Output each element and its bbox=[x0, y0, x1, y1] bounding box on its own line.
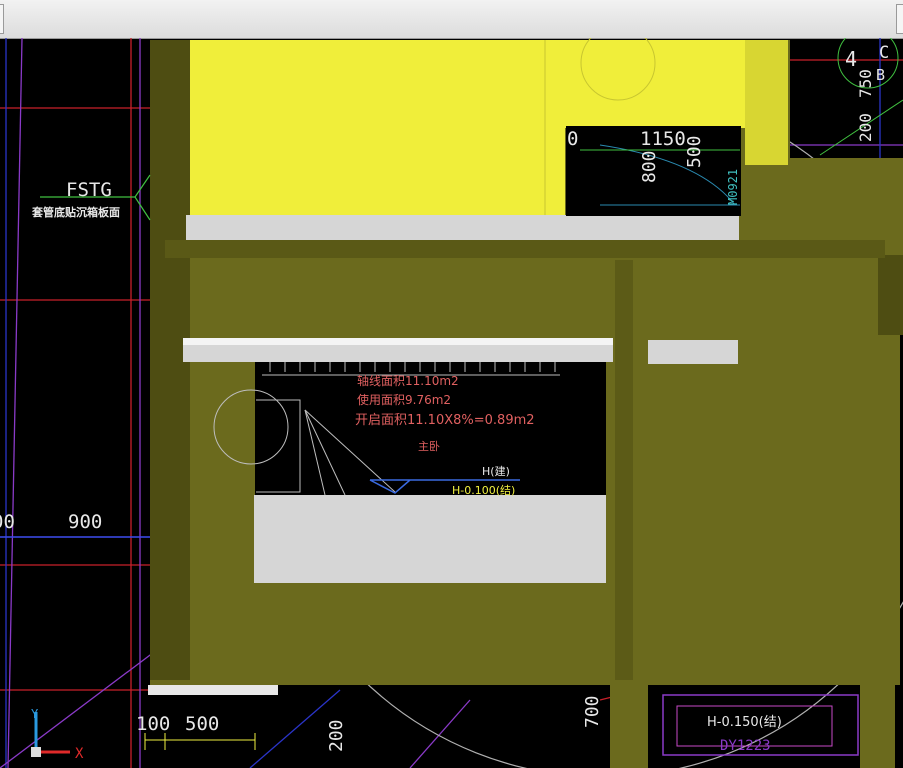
dim-100: 100 bbox=[136, 713, 170, 735]
fstg-note: 套管底贴沉箱板面 bbox=[32, 205, 120, 219]
axis-b: B bbox=[876, 66, 885, 84]
ucs-y-label: Y bbox=[31, 707, 39, 721]
dim-200-bottom: 200 bbox=[326, 719, 347, 752]
window-button[interactable] bbox=[0, 4, 4, 34]
window-code: DY1223 bbox=[720, 738, 771, 754]
dim-800: 800 bbox=[639, 150, 660, 183]
dim-500-v: 500 bbox=[684, 135, 705, 168]
ucs-x-label: X bbox=[75, 746, 84, 762]
title-bar bbox=[0, 0, 903, 39]
room-area-use: 使用面积9.76m2 bbox=[357, 392, 451, 407]
dim-500: 500 bbox=[185, 713, 219, 735]
room-area-open: 开启面积11.10X8%=0.89m2 bbox=[355, 413, 535, 428]
axis-c: C bbox=[879, 43, 889, 63]
axis-4: 4 bbox=[845, 47, 857, 71]
bottom-dimensions bbox=[144, 733, 256, 750]
window-button-right[interactable] bbox=[896, 4, 903, 34]
dim-0: 0 bbox=[567, 128, 578, 150]
h-label: H(建) bbox=[482, 464, 510, 478]
door-m0921: M0921 bbox=[726, 169, 740, 205]
dim-200-right: 200 bbox=[856, 113, 875, 142]
h-level: H-0.100(结) bbox=[452, 484, 515, 497]
fstg-label: FSTG bbox=[66, 179, 112, 201]
dim-900-left: 00 bbox=[0, 511, 15, 533]
drawing-svg: FSTG 套管底贴沉箱板面 00 900 100 500 200 700 115… bbox=[0, 38, 903, 768]
room-area-floor: 轴线面积11.10m2 bbox=[357, 373, 459, 388]
dim-1150: 1150 bbox=[640, 128, 686, 150]
cad-drawing-canvas[interactable]: FSTG 套管底贴沉箱板面 00 900 100 500 200 700 115… bbox=[0, 38, 903, 768]
h-level-right: H-0.150(结) bbox=[707, 715, 782, 730]
dim-750: 750 bbox=[856, 69, 875, 98]
dim-900: 900 bbox=[68, 511, 102, 533]
room-name: 主卧 bbox=[418, 440, 440, 453]
dim-700: 700 bbox=[582, 695, 603, 728]
